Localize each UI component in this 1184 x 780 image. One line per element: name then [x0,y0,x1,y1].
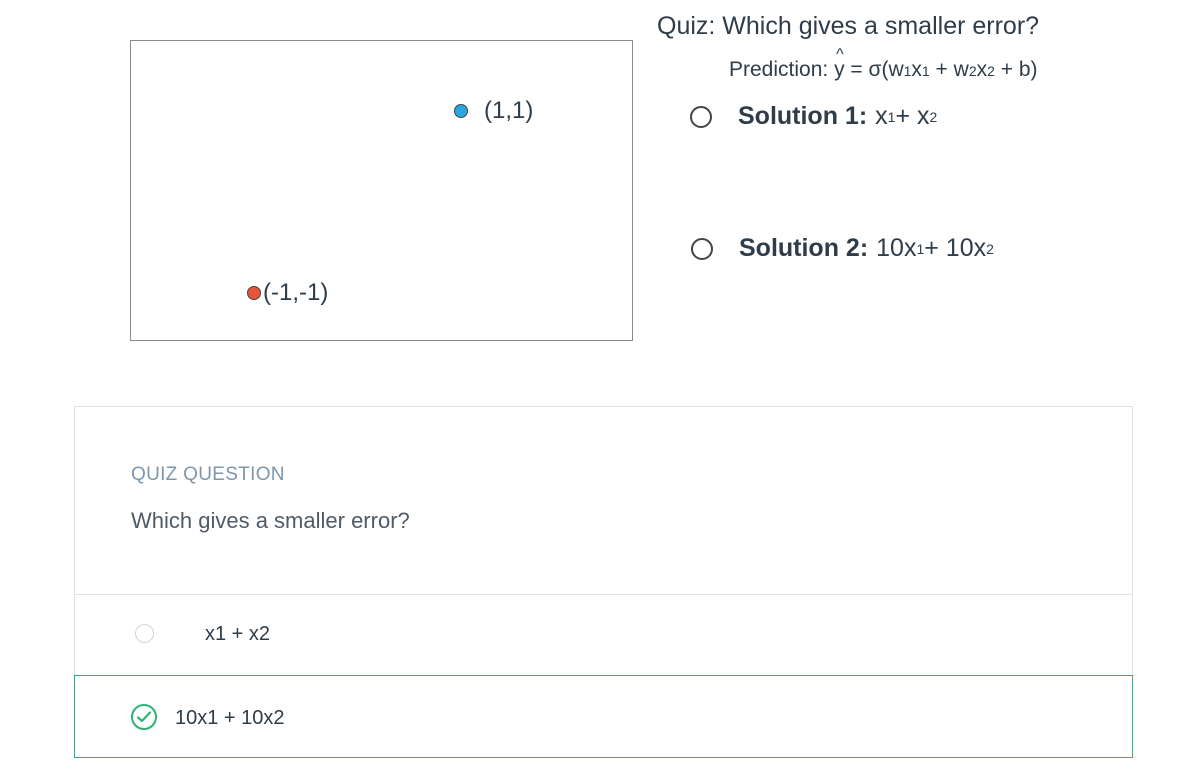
blue-point-icon [454,104,468,118]
scatter-plot-box [130,40,633,341]
slide-quiz-title: Quiz: Which gives a smaller error? [657,12,1040,40]
check-circle-icon[interactable] [131,704,157,730]
radio-outline-icon [690,105,712,128]
quiz-option-1[interactable]: x1 + x2 [75,594,1132,675]
quiz-label: QUIZ QUESTION [131,464,285,485]
prediction-formula: Prediction: ^ y = σ(w1x1 + w2x2 + b) [729,46,1038,81]
quiz-question: Which gives a smaller error? [131,508,410,533]
slide-solution-2: Solution 2: 10x 1 + 10x 2 [691,234,994,263]
point-1-1: (1,1) [454,97,533,125]
slide-solution-1: Solution 1: x1 + x2 [690,102,937,131]
lesson-slide: (1,1) (-1,-1) Quiz: Which gives a smalle… [0,0,1184,390]
point-label: (1,1) [484,97,534,124]
radio-outline-icon [691,237,713,260]
radio-button[interactable] [135,624,154,643]
quiz-header: QUIZ QUESTION Which gives a smaller erro… [75,407,1132,595]
quiz-card: QUIZ QUESTION Which gives a smaller erro… [74,406,1133,758]
point-label: (-1,-1) [263,279,329,306]
option-text: 10x1 + 10x2 [175,707,285,729]
quiz-option-2-correct[interactable]: 10x1 + 10x2 [74,675,1133,758]
red-point-icon [247,286,261,300]
option-text: x1 + x2 [205,623,271,645]
point-neg1-neg1: (-1,-1) [247,279,328,307]
